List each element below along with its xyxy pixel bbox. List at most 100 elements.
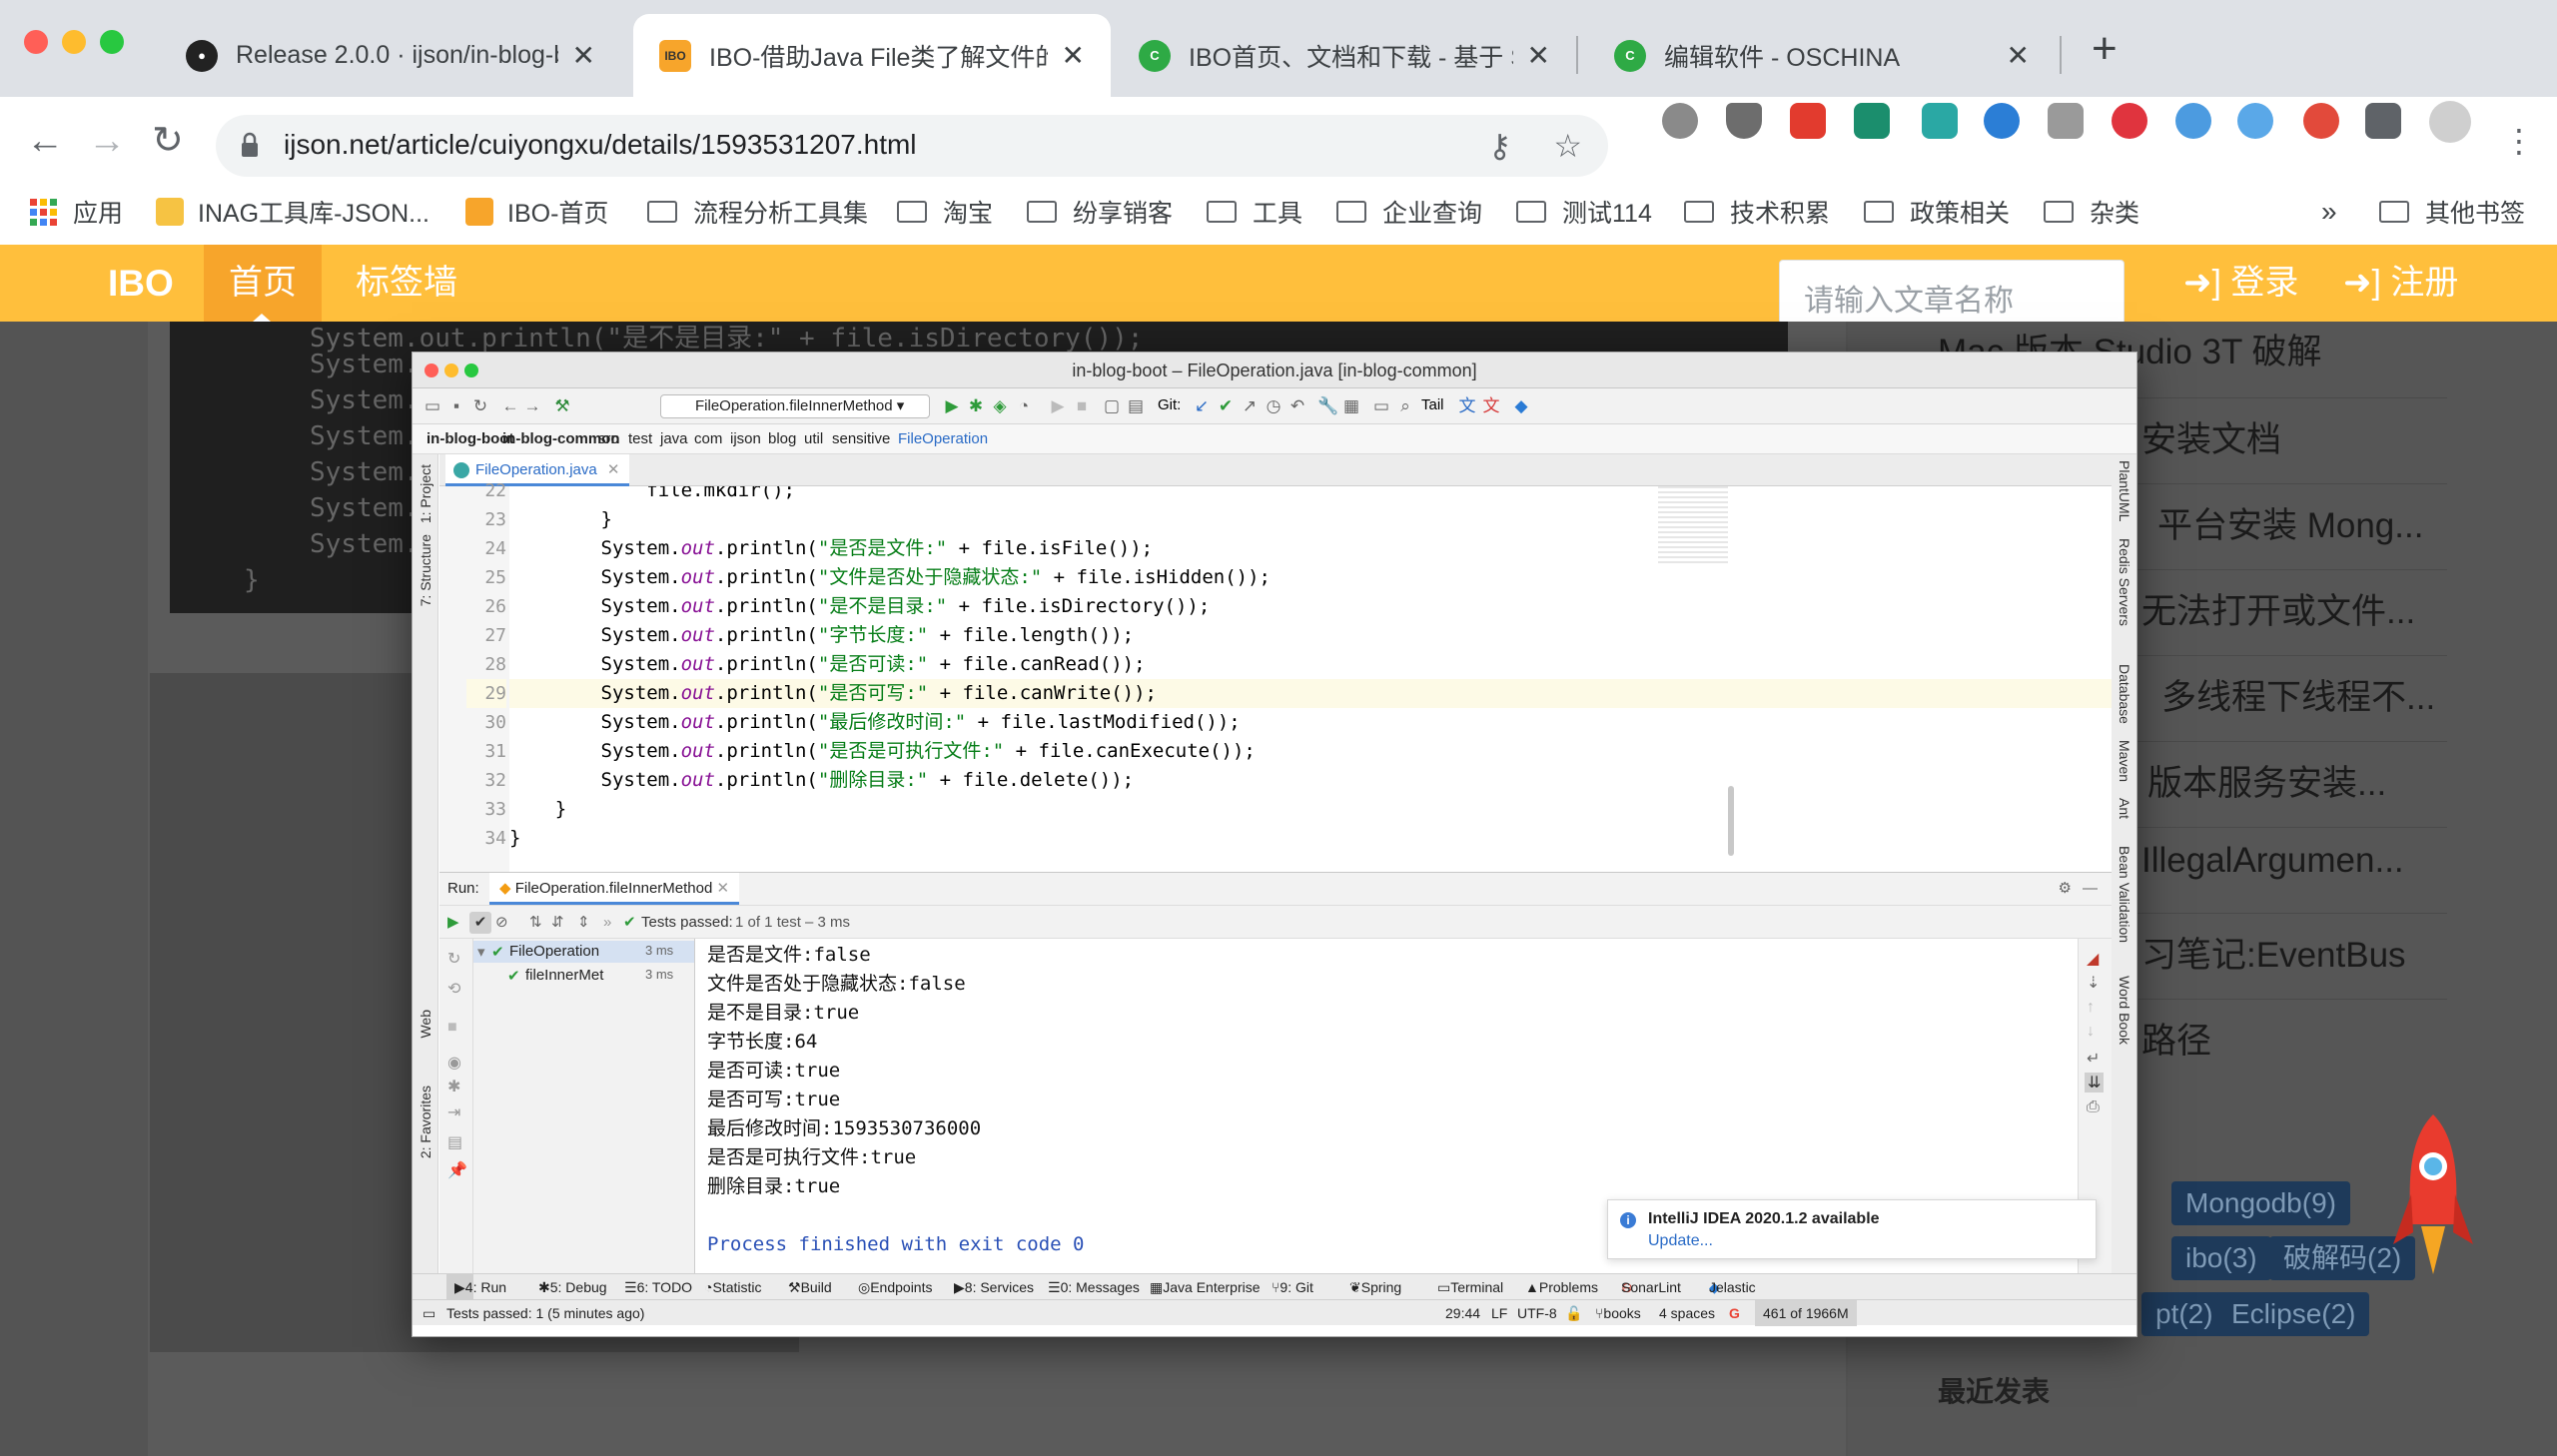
tool-redis-servers[interactable]: Redis Servers (2117, 538, 2132, 626)
bookmark-folder[interactable]: 流程分析工具集 (647, 179, 868, 245)
show-passed-icon[interactable]: ✔ (469, 912, 491, 934)
nav-home[interactable]: 首页 (204, 245, 322, 322)
test-method-name[interactable]: fileInnerMet (525, 967, 641, 984)
login-link[interactable]: ➜] 登录 (2183, 245, 2298, 322)
stop-icon[interactable]: ■ (447, 1019, 457, 1037)
breadcrumb-item[interactable]: FileOperation (898, 424, 988, 454)
tool-debug[interactable]: ✱ 5: Debug (538, 1274, 607, 1300)
ide-maximize-button[interactable] (464, 364, 478, 377)
close-tab-icon[interactable]: ✕ (2007, 39, 2030, 72)
forward-arrow-icon[interactable]: → (88, 117, 126, 165)
breadcrumb-item[interactable]: sensitive (832, 424, 890, 454)
cube-extension-icon[interactable] (2175, 103, 2211, 139)
tag-pill[interactable]: Eclipse(2) (2217, 1292, 2370, 1336)
nav-tags[interactable]: 标签墙 (356, 245, 457, 322)
chevron-down-icon[interactable]: ▾ (477, 943, 485, 961)
search-icon[interactable]: ⌕ (1395, 396, 1415, 416)
toggle-auto-test-icon[interactable]: ⟲ (447, 979, 460, 999)
address-bar[interactable]: ijson.net/article/cuiyongxu/details/1593… (216, 115, 1608, 177)
tool-services[interactable]: ▶ 8: Services (954, 1274, 1034, 1300)
aa-extension-icon[interactable] (2303, 103, 2339, 139)
pin-icon[interactable]: 📌 (447, 1160, 467, 1180)
sidebar-article-link[interactable]: 版本服务安装... (2147, 755, 2386, 806)
hide-panel-icon[interactable]: — (2083, 873, 2098, 905)
bookmark-item[interactable]: IBO-首页 (465, 179, 608, 245)
menu-kebab-icon[interactable]: ⋮ (2503, 117, 2535, 165)
breadcrumb-item[interactable]: in-blog-boot (426, 424, 513, 454)
bookmark-folder[interactable]: 淘宝 (897, 179, 993, 245)
more-icon[interactable]: » (603, 906, 611, 940)
camera-icon[interactable]: ◉ (447, 1053, 461, 1073)
scroll-end-icon[interactable]: ⇣ (2087, 973, 2100, 993)
save-icon[interactable]: ▪ (446, 396, 466, 416)
close-tab-icon[interactable]: ✕ (607, 461, 620, 478)
close-tab-icon[interactable]: ✕ (717, 880, 730, 897)
sidebar-article-link[interactable]: 平台安装 Mong... (2157, 497, 2423, 548)
coverage-icon[interactable]: ◈ (990, 396, 1010, 416)
sdk-icon[interactable]: ▦ (1341, 396, 1361, 416)
wrench-icon[interactable]: 🔧 (1317, 396, 1338, 416)
translate-extension-icon[interactable] (1922, 103, 1958, 139)
bookmark-folder[interactable]: 企业查询 (1336, 179, 1482, 245)
site-brand[interactable]: IBO (108, 263, 174, 305)
puzzle-extension-icon[interactable] (2365, 103, 2401, 139)
scroll-to-end-icon[interactable]: ⇊ (2085, 1073, 2105, 1092)
tool-run[interactable]: ▶ 4: Run (446, 1274, 506, 1300)
new-tab-button[interactable]: + (2092, 24, 2118, 74)
bookmark-apps[interactable]: 应用 (30, 179, 123, 245)
show-ignored-icon[interactable]: ⊘ (495, 906, 508, 940)
test-suite-name[interactable]: FileOperation (509, 943, 599, 960)
debug-icon[interactable]: ✱ (447, 1077, 460, 1096)
code-minimap[interactable] (1658, 486, 1728, 566)
sort-alpha-icon[interactable]: ⇅ (529, 906, 542, 940)
git-update-icon[interactable]: ↙ (1192, 396, 1212, 416)
browser-tab-active[interactable]: IBO IBO-借助Java File类了解文件的 ✕ (633, 14, 1111, 97)
rerun-failed-icon[interactable]: ↻ (447, 949, 460, 969)
rocket-icon[interactable] (2393, 1114, 2473, 1284)
tool-word-book[interactable]: Word Book (2117, 976, 2132, 1045)
git-commit-icon[interactable]: ✔ (1216, 396, 1236, 416)
indent-setting[interactable]: 4 spaces (1659, 1300, 1715, 1326)
t-extension-icon[interactable] (1854, 103, 1890, 139)
translate-alt-icon[interactable]: 文 (1481, 396, 1501, 416)
open-folder-icon[interactable]: ▭ (423, 396, 442, 416)
tool-terminal[interactable]: ▭ Terminal (1437, 1274, 1503, 1300)
ide-close-button[interactable] (425, 364, 438, 377)
tool-plantuml[interactable]: PlantUML (2117, 460, 2132, 521)
update-notification[interactable]: i IntelliJ IDEA 2020.1.2 available Updat… (1607, 1199, 2097, 1259)
tool-database[interactable]: Database (2117, 664, 2132, 724)
sidebar-article-link[interactable]: 无法打开或文件... (2141, 583, 2415, 634)
run-disabled-icon[interactable]: ▶ (1048, 396, 1068, 416)
tool-messages[interactable]: ☰ 0: Messages (1048, 1274, 1140, 1300)
browser-tab[interactable]: ● Release 2.0.0 · ijson/in-blog-bo ✕ (160, 14, 621, 97)
bookmark-folder[interactable]: 测试114 (1516, 179, 1652, 245)
back-icon[interactable]: ← (500, 396, 520, 416)
sync-icon[interactable]: ↻ (470, 396, 490, 416)
article-search-input[interactable]: 请输入文章名称 (1779, 260, 2125, 325)
tool-ant[interactable]: Ant (2117, 798, 2132, 819)
sidebar-article-link[interactable]: 多线程下线程不... (2161, 669, 2435, 720)
window-minimize-button[interactable] (62, 30, 86, 54)
bookmark-item[interactable]: INAG工具库-JSON... (156, 179, 429, 245)
profile-icon[interactable]: ◔ (1014, 396, 1034, 416)
window-maximize-button[interactable] (100, 30, 124, 54)
breadcrumb-item[interactable]: blog (768, 424, 796, 454)
register-link[interactable]: ➜] 注册 (2343, 245, 2458, 322)
sort-duration-icon[interactable]: ⇵ (551, 906, 564, 940)
bookmark-folder[interactable]: 工具 (1207, 179, 1302, 245)
clear-icon[interactable]: ◢ (2087, 949, 2099, 969)
expand-all-icon[interactable]: ⇕ (577, 906, 590, 940)
import-icon[interactable]: ⇥ (447, 1102, 460, 1122)
rollback-icon[interactable]: ↶ (1287, 396, 1307, 416)
translate-icon[interactable]: 文 (1457, 396, 1477, 416)
adblock-extension-icon[interactable] (1662, 103, 1698, 139)
sidebar-article-link[interactable]: 路径 (2141, 1013, 2211, 1064)
close-tab-icon[interactable]: ✕ (1062, 39, 1085, 72)
tool-problems[interactable]: ▲ Problems (1525, 1274, 1598, 1300)
tag-pill[interactable]: Mongodb(9) (2171, 1181, 2350, 1225)
shield-extension-icon[interactable] (1726, 103, 1762, 139)
mail-extension-icon[interactable] (2048, 103, 2084, 139)
tool-java-enterprise[interactable]: ▦ Java Enterprise (1150, 1274, 1261, 1300)
tool-project[interactable]: 1: Project (418, 464, 433, 523)
bookmark-overflow-button[interactable]: » (2321, 179, 2337, 245)
